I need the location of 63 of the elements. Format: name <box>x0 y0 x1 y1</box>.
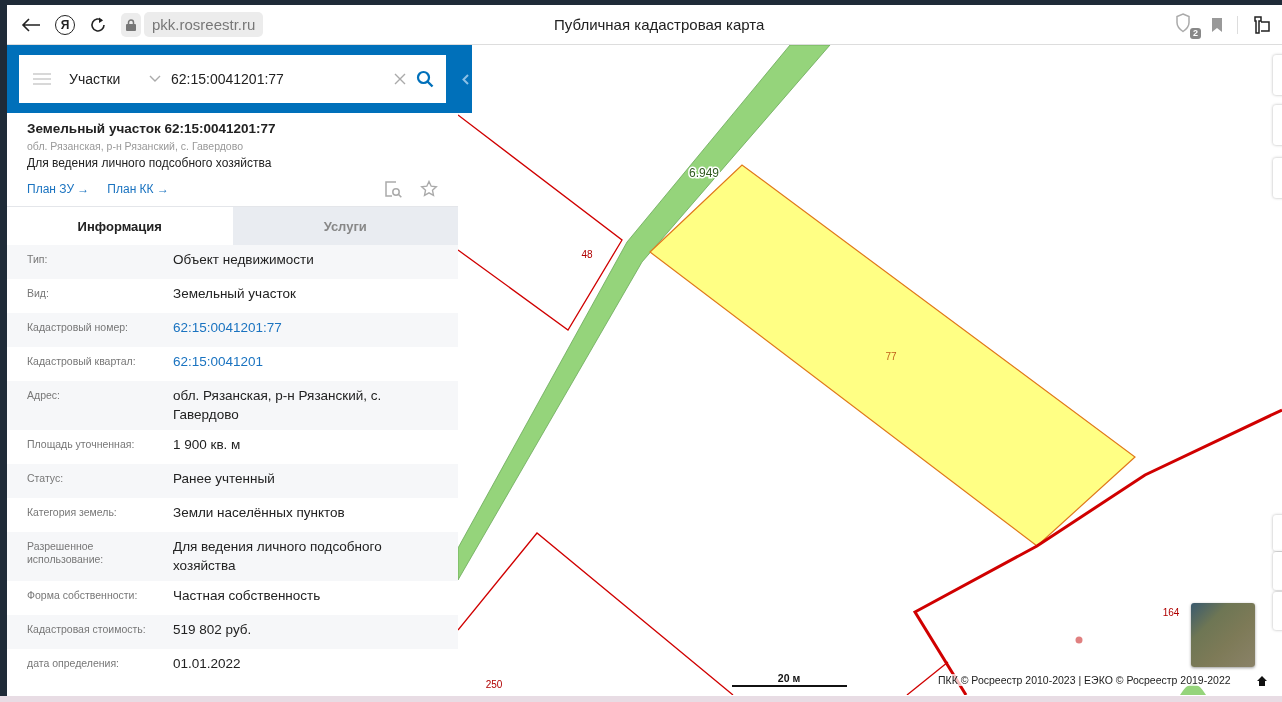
field-label: Категория земель: <box>27 506 118 520</box>
tab[interactable]: Услуги <box>232 207 458 245</box>
category-dropdown[interactable]: Участки <box>69 71 139 87</box>
field-label: дата определения: <box>27 657 120 671</box>
field-value: Ранее учтенный <box>173 470 276 488</box>
parcel-number: 48 <box>581 249 593 260</box>
lock-icon[interactable] <box>121 12 141 37</box>
clear-icon[interactable] <box>394 73 406 85</box>
search-icon[interactable] <box>416 70 434 88</box>
parcel-number: 77 <box>885 351 897 362</box>
road-label: 6.949 <box>689 166 719 180</box>
field-value: Объект недвижимости <box>173 251 315 269</box>
field-label: Кадастровая стоимость: <box>27 623 147 637</box>
field-value: Для ведения личного подсобного хозяйства <box>173 538 383 575</box>
map-search-icon[interactable] <box>384 180 402 198</box>
satellite-thumbnail[interactable] <box>1191 603 1255 667</box>
road-strip[interactable] <box>458 45 831 581</box>
field-value: обл. Рязанская, р-н Рязанский, с. Гавердово <box>173 387 383 424</box>
page-title: Публичная кадастровая карта <box>553 16 766 33</box>
field-label: Кадастровый номер: <box>27 321 130 335</box>
extensions-icon[interactable] <box>1252 14 1272 35</box>
plan-link[interactable]: План КК → <box>107 182 169 196</box>
menu-icon[interactable] <box>33 72 51 86</box>
field-label: Статус: <box>27 472 65 486</box>
back-icon[interactable] <box>21 16 41 33</box>
field-label: Вид: <box>27 287 50 301</box>
field-label: Адрес: <box>27 389 61 403</box>
map-attribution: ПКК © Росреестр 2010-2023 | ЕЭКО © Росреестр 2019-2022 <box>938 674 1231 686</box>
point-marker[interactable] <box>1075 636 1083 644</box>
field-value: Земельный участок <box>173 285 297 303</box>
object-title: Земельный участок 62:15:0041201:77 <box>27 121 277 136</box>
field-value: 01.01.2022 <box>173 655 242 673</box>
chevron-icon <box>461 73 469 85</box>
field-value: Частная собственность <box>173 587 322 605</box>
field-link[interactable]: 62:15:0041201 <box>173 352 446 375</box>
object-purpose: Для ведения личного подсобного хозяйства <box>27 156 273 170</box>
search-field[interactable]: Участки 62:15:0041201:77 <box>19 55 446 103</box>
parcel-number: 164 <box>1162 607 1180 618</box>
field-label: Форма собственности: <box>27 589 139 603</box>
field-label: Разрешенное использование: <box>27 540 105 567</box>
bookmark-icon[interactable] <box>1211 16 1223 33</box>
count-badge: 2 <box>1190 27 1201 39</box>
shield-icon[interactable] <box>1175 12 1191 33</box>
field-value: Земли населённых пунктов <box>173 504 346 522</box>
collapse-button[interactable] <box>458 45 472 113</box>
reload-icon[interactable] <box>89 15 107 34</box>
star-icon[interactable] <box>420 180 438 198</box>
vegetation-area <box>1180 684 1206 695</box>
address-bar[interactable]: pkk.rosreestr.ru <box>144 12 264 37</box>
search-value[interactable]: 62:15:0041201:77 <box>171 71 384 87</box>
object-address: обл. Рязанская, р-н Рязанский, с. Гавердово <box>27 140 244 152</box>
plan-link[interactable]: План ЗУ → <box>27 182 90 196</box>
field-label: Кадастровый квартал: <box>27 355 137 369</box>
scale-label: 20 м <box>777 672 801 684</box>
parcel-number: 250 <box>485 679 503 690</box>
caret-icon[interactable] <box>149 75 161 83</box>
block-boundary[interactable] <box>912 408 1282 695</box>
field-label: Площадь уточненная: <box>27 438 136 452</box>
field-value: 519 802 руб. <box>173 621 253 639</box>
home-icon[interactable] <box>1256 675 1268 687</box>
field-link[interactable]: 62:15:0041201:77 <box>173 318 446 341</box>
field-value: 1 900 кв. м <box>173 436 242 454</box>
field-label: Тип: <box>27 253 49 267</box>
